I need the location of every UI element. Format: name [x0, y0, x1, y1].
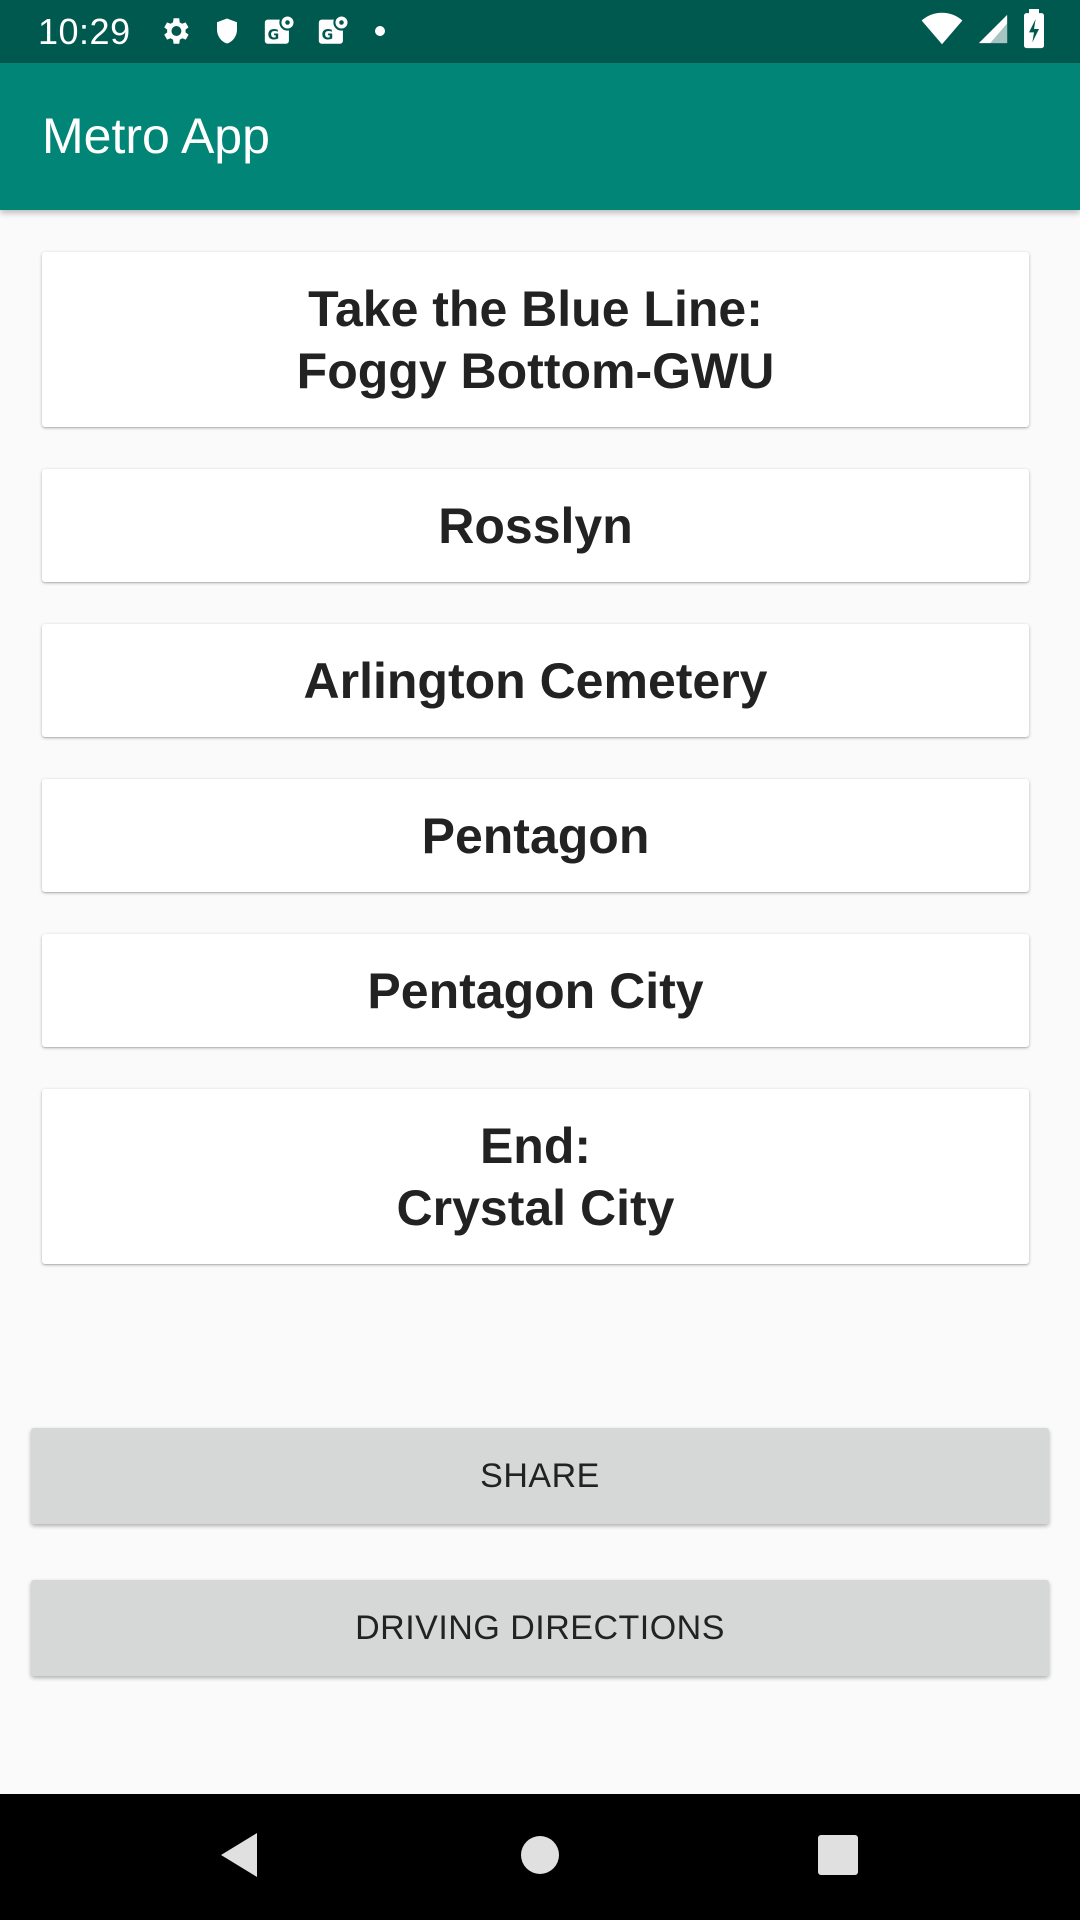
wifi-icon — [920, 12, 964, 51]
recents-icon — [817, 1834, 859, 1881]
station-card-start[interactable]: Take the Blue Line: Foggy Bottom-GWU — [42, 252, 1029, 427]
station-card-end[interactable]: End: Crystal City — [42, 1089, 1029, 1264]
back-icon — [217, 1830, 261, 1885]
back-button[interactable] — [176, 1794, 302, 1920]
driving-directions-button[interactable]: DRIVING DIRECTIONS — [31, 1580, 1049, 1676]
station-card-rosslyn[interactable]: Rosslyn — [42, 469, 1029, 582]
station-card-line1: End: — [479, 1117, 592, 1174]
dot-icon — [370, 14, 390, 48]
app-title: Metro App — [42, 108, 270, 164]
status-system-icons — [920, 8, 1046, 51]
maps-icon: G — [262, 14, 296, 48]
status-time: 10:29 — [38, 11, 131, 52]
station-card-pentagon[interactable]: Pentagon — [42, 779, 1029, 892]
station-card-line1: Rosslyn — [438, 497, 633, 554]
battery-icon — [1022, 8, 1046, 54]
station-card-arlington-cemetery[interactable]: Arlington Cemetery — [42, 624, 1029, 737]
station-card-line2: Crystal City — [396, 1179, 675, 1236]
station-card-line1: Take the Blue Line: — [308, 280, 763, 337]
status-notification-icons: G G — [158, 13, 390, 49]
cell-signal-icon — [976, 12, 1010, 51]
svg-text:G: G — [322, 28, 334, 44]
station-card-line2: Foggy Bottom-GWU — [296, 342, 775, 399]
status-bar: 10:29 G G — [0, 0, 1080, 63]
station-card-line1: Arlington Cemetery — [303, 652, 768, 709]
maps-icon: G — [316, 14, 350, 48]
navigation-bar — [0, 1794, 1080, 1920]
svg-text:G: G — [268, 28, 280, 44]
settings-icon — [158, 14, 192, 48]
station-card-line1: Pentagon — [421, 807, 650, 864]
home-button[interactable] — [477, 1794, 603, 1920]
shield-icon — [212, 14, 242, 48]
station-card-line1: Pentagon City — [367, 962, 704, 1019]
share-button[interactable]: SHARE — [31, 1428, 1049, 1524]
app-bar: Metro App — [0, 63, 1080, 210]
station-card-pentagon-city[interactable]: Pentagon City — [42, 934, 1029, 1047]
recents-button[interactable] — [775, 1794, 901, 1920]
home-icon — [520, 1835, 560, 1880]
